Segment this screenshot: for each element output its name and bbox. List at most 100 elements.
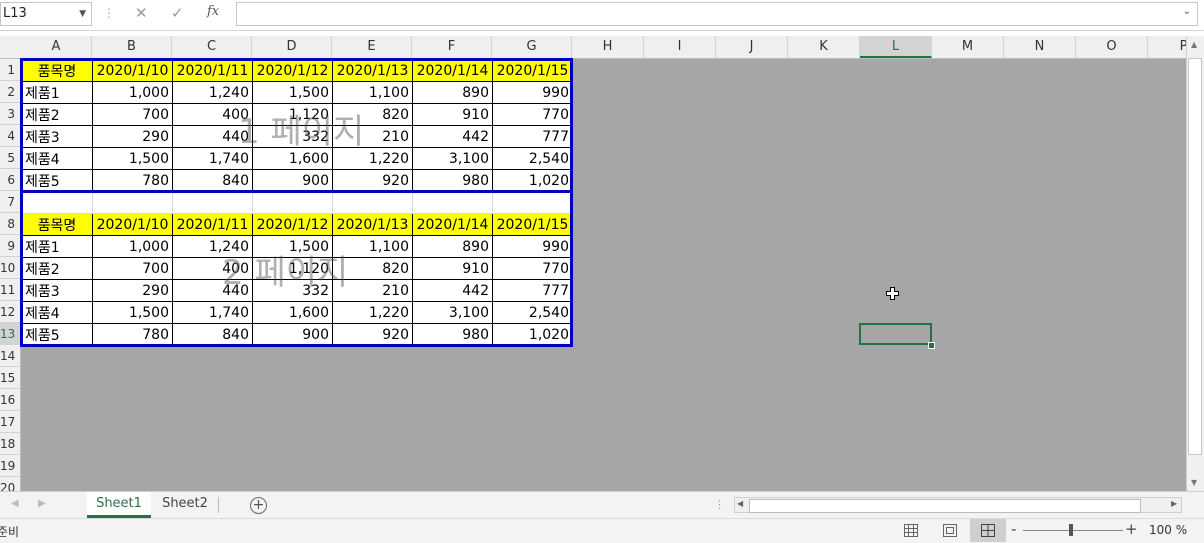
add-sheet-icon[interactable]: + xyxy=(250,497,267,514)
cell[interactable]: 1,100 xyxy=(332,235,413,258)
cell[interactable]: 2020/1/11 xyxy=(172,213,253,236)
row-header-19[interactable]: 19 xyxy=(0,455,20,477)
column-header-a[interactable]: A xyxy=(21,36,92,58)
cell[interactable]: 1,500 xyxy=(92,301,173,324)
row-header-15[interactable]: 15 xyxy=(0,367,20,389)
cell[interactable]: 2,540 xyxy=(492,147,573,170)
enter-icon[interactable]: ✓ xyxy=(171,4,184,22)
cell[interactable]: 2020/1/14 xyxy=(412,59,493,82)
tab-sheet2[interactable]: Sheet2 xyxy=(153,492,217,518)
column-header-e[interactable]: E xyxy=(332,36,412,58)
vertical-scroll-thumb[interactable] xyxy=(1188,58,1202,455)
cell[interactable]: 1,500 xyxy=(252,235,333,258)
cell[interactable]: 1,120 xyxy=(252,257,333,280)
tab-scroll-right-icon[interactable]: ▶ xyxy=(38,498,46,509)
cell[interactable]: 820 xyxy=(332,257,413,280)
cell[interactable] xyxy=(21,191,93,214)
cell[interactable]: 910 xyxy=(412,257,493,280)
fill-handle[interactable] xyxy=(928,342,935,349)
cell[interactable]: 780 xyxy=(92,323,173,346)
cell[interactable]: 780 xyxy=(92,169,173,192)
cell[interactable]: 770 xyxy=(492,257,573,280)
cell[interactable]: 2020/1/10 xyxy=(92,59,173,82)
cell[interactable]: 890 xyxy=(412,235,493,258)
page-layout-view-icon[interactable] xyxy=(943,524,957,537)
column-header-j[interactable]: J xyxy=(716,36,788,58)
cell[interactable]: 제품1 xyxy=(21,235,93,258)
cell[interactable]: 2020/1/10 xyxy=(92,213,173,236)
cell[interactable]: 440 xyxy=(172,279,253,302)
scroll-up-icon[interactable]: ▲ xyxy=(1191,40,1197,49)
zoom-out-button[interactable]: - xyxy=(1011,520,1016,538)
column-header-g[interactable]: G xyxy=(492,36,572,58)
cell[interactable]: 990 xyxy=(492,81,573,104)
column-header-n[interactable]: N xyxy=(1004,36,1076,58)
formula-input[interactable]: ⌄ xyxy=(236,2,1198,26)
cell[interactable]: 700 xyxy=(92,257,173,280)
cell[interactable]: 1,500 xyxy=(252,81,333,104)
cell[interactable]: 210 xyxy=(332,279,413,302)
cell[interactable]: 제품4 xyxy=(21,147,93,170)
row-header-3[interactable]: 3 xyxy=(0,103,20,125)
splitter-handle-icon[interactable]: ⋮ xyxy=(714,498,725,511)
horizontal-scroll-thumb[interactable] xyxy=(749,499,1141,513)
row-header-2[interactable]: 2 xyxy=(0,81,20,103)
cell[interactable]: 290 xyxy=(92,279,173,302)
cell[interactable]: 제품5 xyxy=(21,323,93,346)
cell[interactable]: 2020/1/12 xyxy=(252,59,333,82)
scroll-right-icon[interactable]: ▶ xyxy=(1171,499,1177,508)
cell[interactable]: 2020/1/14 xyxy=(412,213,493,236)
cell[interactable] xyxy=(92,191,173,214)
row-header-11[interactable]: 11 xyxy=(0,279,20,301)
cell[interactable]: 2,540 xyxy=(492,301,573,324)
cell[interactable]: 2020/1/12 xyxy=(252,213,333,236)
cell[interactable]: 920 xyxy=(332,323,413,346)
cell[interactable]: 2020/1/15 xyxy=(492,213,573,236)
cell[interactable]: 400 xyxy=(172,103,253,126)
cell[interactable]: 2020/1/13 xyxy=(332,213,413,236)
column-header-k[interactable]: K xyxy=(788,36,860,58)
cell[interactable] xyxy=(492,191,573,214)
cell[interactable]: 1,600 xyxy=(252,147,333,170)
row-header-9[interactable]: 9 xyxy=(0,235,20,257)
cell[interactable]: 210 xyxy=(332,125,413,148)
cell[interactable]: 442 xyxy=(412,125,493,148)
cell[interactable]: 1,600 xyxy=(252,301,333,324)
zoom-level[interactable]: 100 % xyxy=(1149,523,1187,537)
cell[interactable] xyxy=(412,191,493,214)
cell[interactable]: 1,100 xyxy=(332,81,413,104)
scroll-down-icon[interactable]: ▼ xyxy=(1191,478,1197,487)
row-header-17[interactable]: 17 xyxy=(0,411,20,433)
column-header-b[interactable]: B xyxy=(92,36,172,58)
cell[interactable]: 980 xyxy=(412,323,493,346)
cell[interactable]: 777 xyxy=(492,279,573,302)
cell[interactable]: 1,220 xyxy=(332,147,413,170)
cell[interactable]: 890 xyxy=(412,81,493,104)
cell[interactable]: 980 xyxy=(412,169,493,192)
row-header-4[interactable]: 4 xyxy=(0,125,20,147)
column-header-d[interactable]: D xyxy=(252,36,332,58)
function-icon[interactable]: fx xyxy=(207,4,219,19)
cell[interactable]: 3,100 xyxy=(412,301,493,324)
normal-view-icon[interactable] xyxy=(904,524,918,537)
column-header-m[interactable]: M xyxy=(932,36,1004,58)
chevron-down-icon[interactable]: ▼ xyxy=(79,3,86,25)
row-header-8[interactable]: 8 xyxy=(0,213,20,235)
cell[interactable]: 제품2 xyxy=(21,103,93,126)
row-header-5[interactable]: 5 xyxy=(0,147,20,169)
cell[interactable]: 1,740 xyxy=(172,147,253,170)
scroll-left-icon[interactable]: ◀ xyxy=(737,499,743,508)
cell[interactable]: 700 xyxy=(92,103,173,126)
cell[interactable]: 900 xyxy=(252,169,333,192)
column-header-i[interactable]: I xyxy=(644,36,716,58)
cell[interactable]: 제품2 xyxy=(21,257,93,280)
cell[interactable]: 900 xyxy=(252,323,333,346)
cell[interactable]: 2020/1/15 xyxy=(492,59,573,82)
column-header-f[interactable]: F xyxy=(412,36,492,58)
cell[interactable]: 1,240 xyxy=(172,235,253,258)
cell[interactable]: 제품3 xyxy=(21,279,93,302)
cell[interactable]: 1,500 xyxy=(92,147,173,170)
chevron-down-icon[interactable]: ⌄ xyxy=(1183,6,1191,17)
cell[interactable]: 품목명 xyxy=(21,213,93,236)
selected-cell-l13[interactable] xyxy=(859,323,932,345)
